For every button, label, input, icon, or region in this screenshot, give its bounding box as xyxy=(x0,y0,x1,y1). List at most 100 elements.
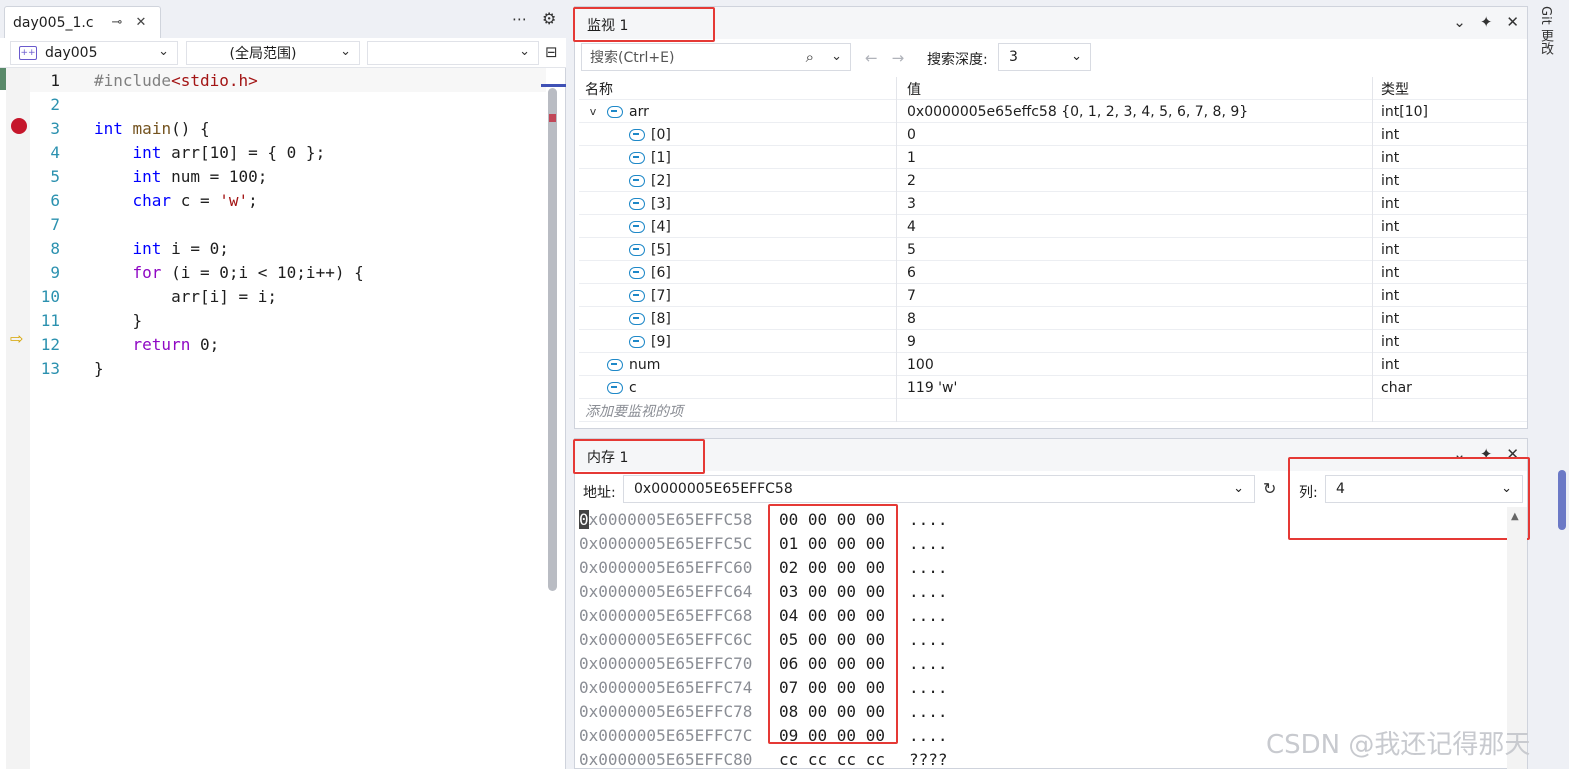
search-depth-label: 搜索深度: xyxy=(927,52,988,68)
column-header-value[interactable]: 值 xyxy=(901,77,1373,100)
column-header-type[interactable]: 类型 xyxy=(1375,77,1525,100)
add-watch-row[interactable]: 添加要监视的项 xyxy=(579,399,1527,422)
code-token: int xyxy=(132,142,162,162)
watch-row[interactable]: c 119 'w' char xyxy=(579,376,1527,399)
close-icon[interactable]: ✕ xyxy=(1506,13,1519,31)
memory-chars[interactable]: .... xyxy=(909,534,948,553)
watch-row[interactable]: [8] 8 int xyxy=(579,307,1527,330)
watch-row[interactable]: [1] 1 int xyxy=(579,146,1527,169)
search-depth-dropdown[interactable]: 3 ⌄ xyxy=(998,43,1091,71)
project-dropdown[interactable]: ++ day005 ⌄ xyxy=(10,41,178,65)
watch-row[interactable]: [4] 4 int xyxy=(579,215,1527,238)
watch-row[interactable]: v arr 0x0000005e65effc58 {0, 1, 2, 3, 4, … xyxy=(579,100,1527,123)
code-token: 'w' xyxy=(219,190,249,210)
watch-row[interactable]: [0] 0 int xyxy=(579,123,1527,146)
memory-chars[interactable]: .... xyxy=(909,630,948,649)
more-icon[interactable]: ⋯ xyxy=(512,10,528,28)
watch-name: [0] xyxy=(651,126,671,143)
code-token: arr[10] = { 0 }; xyxy=(161,142,326,162)
watch-value: 0x0000005e65effc58 {0, 1, 2, 3, 4, 5, 6,… xyxy=(907,103,1249,120)
scroll-up-icon[interactable]: ▲ xyxy=(1511,511,1519,522)
scope-dropdown[interactable]: (全局范围) ⌄ xyxy=(186,41,360,65)
watch-row[interactable]: [2] 2 int xyxy=(579,169,1527,192)
watch-value: 0 xyxy=(907,126,916,143)
address-input[interactable]: 0x0000005E65EFFC58 ⌄ xyxy=(623,475,1255,503)
member-dropdown[interactable]: ⌄ xyxy=(367,41,539,65)
git-changes-tab[interactable]: Git 更改 xyxy=(1536,6,1555,55)
watch-row[interactable]: [3] 3 int xyxy=(579,192,1527,215)
search-depth-value: 3 xyxy=(1009,49,1018,65)
memory-chars[interactable]: .... xyxy=(909,726,948,745)
code-line: 9 for (i = 0;i < 10;i++) { xyxy=(30,260,546,284)
memory-address: 0x0000005E65EFFC5C xyxy=(579,533,753,553)
code-token: () { xyxy=(171,118,210,138)
memory-address: 0x0000005E65EFFC7C xyxy=(579,725,753,745)
memory-chars[interactable]: .... xyxy=(909,558,948,577)
expander-icon[interactable]: v xyxy=(585,105,601,118)
search-navigation-arrows[interactable]: ←→ xyxy=(865,49,918,67)
watch-row[interactable]: [9] 9 int xyxy=(579,330,1527,353)
watch-row[interactable]: [7] 7 int xyxy=(579,284,1527,307)
memory-chars[interactable]: .... xyxy=(909,678,948,697)
code-line: 4 int arr[10] = { 0 }; xyxy=(30,140,546,164)
code-line: 6 char c = 'w'; xyxy=(30,188,546,212)
code-token: i = 0; xyxy=(161,238,229,258)
column-header-name[interactable]: 名称 xyxy=(579,77,897,100)
chevron-down-icon: ⌄ xyxy=(158,44,169,59)
pin-icon[interactable]: ✦ xyxy=(1480,13,1493,31)
code-token: num = 100; xyxy=(161,166,268,186)
watch-row[interactable]: [5] 5 int xyxy=(579,238,1527,261)
tab-day005-1-c[interactable]: day005_1.c ⊸ ✕ xyxy=(4,6,161,38)
watch-row[interactable]: num 100 int xyxy=(579,353,1527,376)
right-tool-strip xyxy=(1530,0,1569,769)
memory-title-highlight xyxy=(573,439,705,474)
memory-chars[interactable]: .... xyxy=(909,702,948,721)
watch-type: char xyxy=(1381,379,1412,396)
memory-line: 0x0000005E65EFFC64 03 00 00 00.... xyxy=(579,579,1499,603)
watch-title-highlight xyxy=(573,7,715,42)
memory-chars[interactable]: .... xyxy=(909,606,948,625)
search-icon[interactable]: ⌕ xyxy=(806,48,814,66)
code-line: 10 arr[i] = i; xyxy=(30,284,546,308)
line-number: 10 xyxy=(40,286,60,306)
code-token: int xyxy=(94,118,123,138)
watch-name: arr xyxy=(629,103,649,120)
memory-chars[interactable]: .... xyxy=(909,510,948,529)
watch-value: 119 'w' xyxy=(907,379,958,396)
memory-bytes[interactable]: cc cc cc cc xyxy=(779,750,885,769)
close-icon[interactable]: ✕ xyxy=(133,15,149,30)
memory-chars[interactable]: .... xyxy=(909,654,948,673)
current-line-arrow-icon[interactable]: ⇨ xyxy=(10,329,23,348)
code-token: <stdio.h> xyxy=(171,70,258,90)
editor-scrollbar[interactable] xyxy=(548,88,557,591)
chevron-down-icon[interactable]: ⌄ xyxy=(1233,481,1244,496)
watch-row[interactable]: [6] 6 int xyxy=(579,261,1527,284)
watch-name: c xyxy=(629,379,637,396)
pin-icon[interactable]: ⊸ xyxy=(109,15,125,30)
project-name: day005 xyxy=(45,45,98,61)
split-view-icon[interactable]: ⊟ xyxy=(545,43,558,61)
code-token: for xyxy=(132,262,162,282)
code-area[interactable]: 1 #include<stdio.h> 2 3 int main() { 4 i… xyxy=(30,68,546,769)
memory-address: 0x0000005E65EFFC64 xyxy=(579,581,753,601)
refresh-icon[interactable]: ↻ xyxy=(1263,479,1276,498)
indicator-margin[interactable] xyxy=(6,68,30,769)
change-marker xyxy=(0,68,6,90)
watch-name: [3] xyxy=(651,195,671,212)
chevron-down-icon[interactable]: ⌄ xyxy=(1453,13,1466,31)
chevron-down-icon[interactable]: ⌄ xyxy=(831,49,842,64)
object-icon xyxy=(607,358,623,371)
watch-search-input[interactable]: 搜索(Ctrl+E) ⌕ ⌄ xyxy=(581,43,851,71)
right-scroll-thumb[interactable] xyxy=(1558,470,1566,530)
gear-icon[interactable]: ⚙ xyxy=(542,9,556,28)
object-icon xyxy=(629,197,645,210)
memory-line: 0x0000005E65EFFC5C 01 00 00 00.... xyxy=(579,531,1499,555)
memory-chars[interactable]: .... xyxy=(909,582,948,601)
memory-line: 0x0000005E65EFFC78 08 00 00 00.... xyxy=(579,699,1499,723)
header-label: 类型 xyxy=(1381,81,1409,98)
breakpoint-icon[interactable] xyxy=(11,118,27,134)
memory-chars[interactable]: ???? xyxy=(909,750,948,769)
watch-type: int xyxy=(1381,264,1400,281)
watch-window-controls: ⌄ ✦ ✕ xyxy=(1453,13,1519,31)
watch-panel: 监视 1 ⌄ ✦ ✕ 搜索(Ctrl+E) ⌕ ⌄ ←→ 搜索深度: 3 ⌄ 名… xyxy=(573,6,1528,429)
